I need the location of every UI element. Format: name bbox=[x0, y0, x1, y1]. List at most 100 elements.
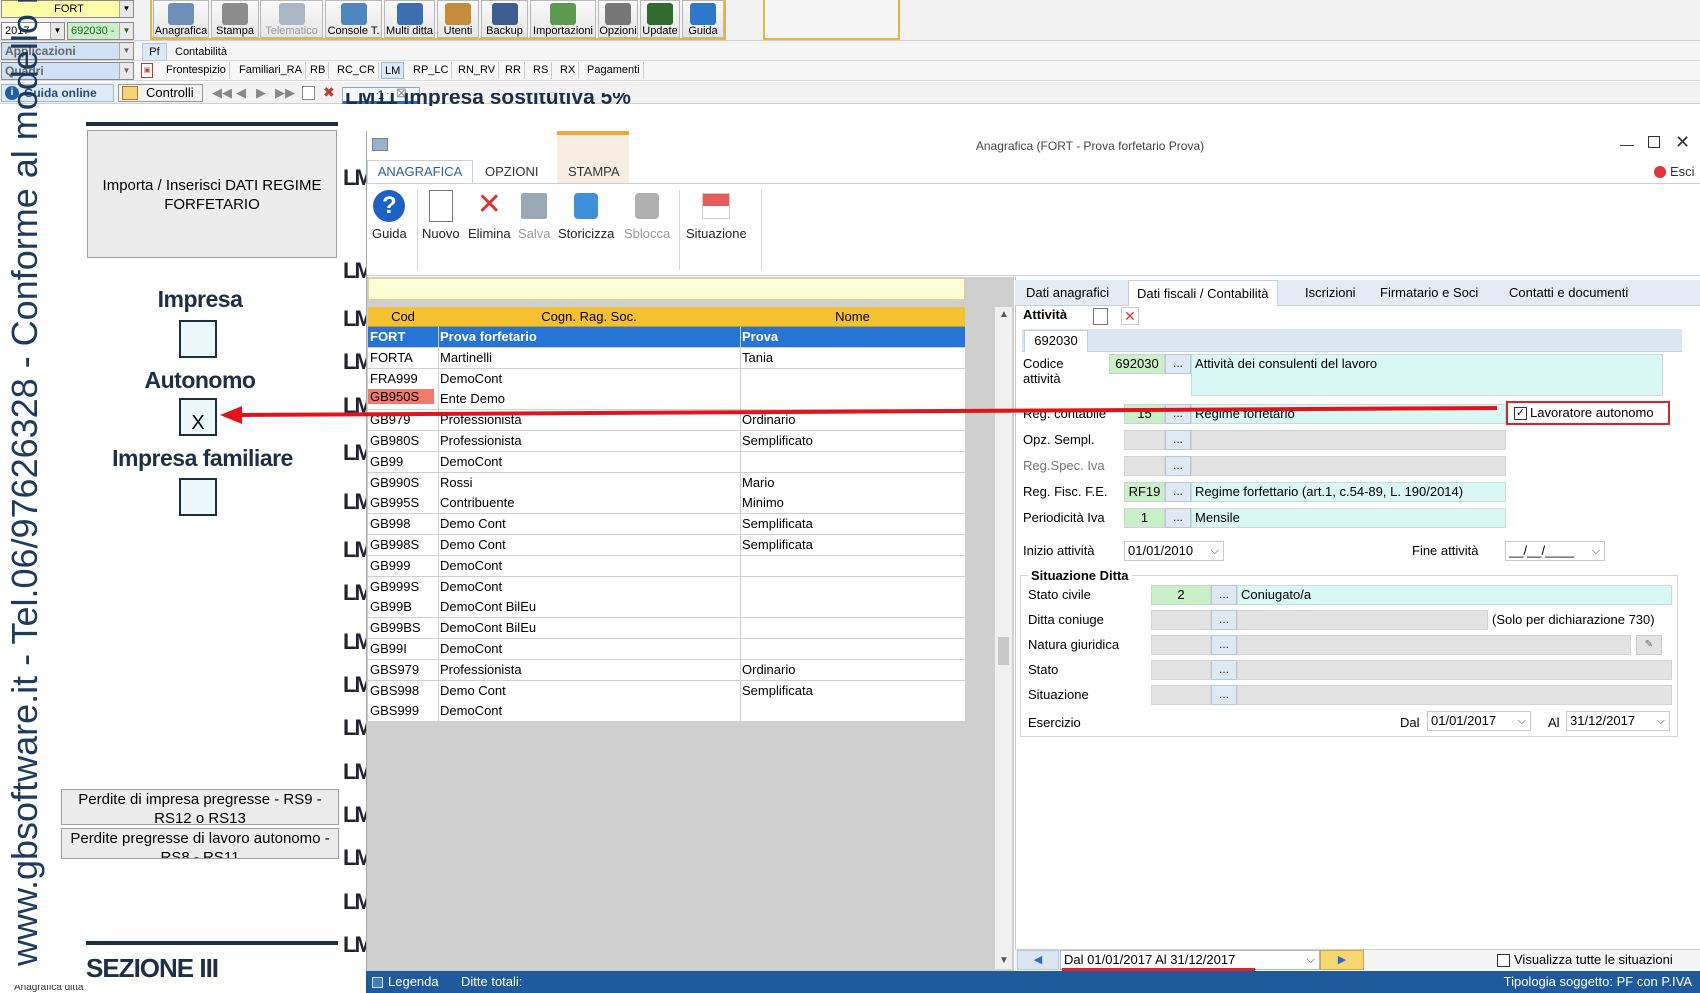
reg-spec-iva-field[interactable] bbox=[1124, 456, 1165, 476]
esci-button[interactable]: Esci bbox=[1654, 164, 1695, 179]
delete-attivita-icon[interactable]: ✕ bbox=[1121, 307, 1139, 325]
toolbar-button-anagrafica[interactable]: Anagrafica bbox=[153, 0, 209, 38]
table-row[interactable]: GB99B DemoCont BilEu bbox=[368, 597, 965, 619]
quadri-tab-rc-cr[interactable]: RC_CR bbox=[334, 62, 379, 79]
table-row[interactable]: GB999S DemoCont bbox=[368, 576, 965, 598]
ditta-coniuge-lookup[interactable]: ... bbox=[1211, 610, 1237, 630]
toolbar-button-utenti[interactable]: Utenti bbox=[437, 0, 479, 38]
ribbon-button-situazione[interactable]: Situazione bbox=[686, 190, 747, 241]
table-row[interactable]: GBS998 Demo Cont Semplificata bbox=[368, 680, 965, 702]
prev-page-icon[interactable]: ◀ bbox=[236, 85, 246, 101]
table-row[interactable]: GBS999 DemoCont bbox=[368, 701, 965, 723]
ribbon-button-elimina[interactable]: ✕ Elimina bbox=[468, 190, 511, 242]
edit-icon[interactable]: ✎ bbox=[1636, 635, 1662, 655]
quadri-tab-pagamenti[interactable]: Pagamenti bbox=[584, 62, 644, 79]
import-forfetario-button[interactable]: Importa / Inserisci DATI REGIME FORFETAR… bbox=[87, 130, 337, 258]
app-tab-pf[interactable]: Pf bbox=[142, 43, 167, 61]
reg-fisc-field[interactable]: RF19 bbox=[1124, 482, 1165, 502]
table-row[interactable]: GB980S Professionista Semplificato bbox=[368, 431, 965, 452]
impresa-familiare-checkbox[interactable] bbox=[179, 478, 217, 516]
prev-period-button[interactable]: ◀ bbox=[1017, 950, 1059, 970]
app-tab-contabilita[interactable]: Contabilità bbox=[175, 44, 227, 60]
stato-lookup[interactable]: ... bbox=[1211, 660, 1237, 680]
toolbar-button-update[interactable]: Update bbox=[640, 0, 680, 38]
impresa-checkbox[interactable] bbox=[179, 320, 217, 358]
toolbar-button-opzioni[interactable]: Opzioni bbox=[598, 0, 638, 38]
grid-search-input[interactable] bbox=[368, 278, 965, 300]
legenda-button[interactable]: Legenda bbox=[388, 971, 439, 993]
reg-fisc-lookup[interactable]: ... bbox=[1165, 482, 1191, 502]
table-row[interactable]: GB990S Rossi Mario bbox=[368, 472, 965, 494]
detail-tab-contatti-e-documenti[interactable]: Contatti e documenti bbox=[1501, 280, 1636, 306]
copy-page-icon[interactable] bbox=[302, 86, 315, 100]
quadri-tab-lm[interactable]: LM bbox=[381, 62, 405, 79]
toolbar-button-stampa[interactable]: Stampa bbox=[211, 0, 259, 38]
periodicita-field[interactable]: 1 bbox=[1124, 508, 1165, 528]
close-icon[interactable]: ✕ bbox=[1675, 132, 1690, 153]
ribbon-button-guida[interactable]: ? Guida bbox=[372, 190, 407, 241]
table-row[interactable]: FORTA Martinelli Tania bbox=[368, 347, 965, 369]
stato-field[interactable] bbox=[1151, 660, 1211, 680]
ribbon-button-storicizza[interactable]: Storicizza bbox=[558, 190, 614, 241]
natura-giuridica-field[interactable] bbox=[1151, 635, 1211, 655]
minimize-icon[interactable]: — bbox=[1620, 136, 1634, 152]
opz-sempl-field[interactable] bbox=[1124, 430, 1165, 450]
reg-spec-iva-lookup[interactable]: ... bbox=[1165, 456, 1191, 476]
controlli-button[interactable]: Controlli bbox=[118, 84, 203, 102]
situazione-field[interactable] bbox=[1151, 685, 1211, 705]
ribbon-tab-stampa[interactable]: STAMPA bbox=[568, 164, 620, 179]
quadri-tab-familiari-ra[interactable]: Familiari_RA bbox=[236, 62, 306, 79]
table-row[interactable]: GB998S Demo Cont Semplificata bbox=[368, 535, 965, 556]
detail-tab-firmatario-e-soci[interactable]: Firmatario e Soci bbox=[1372, 280, 1486, 306]
toolbar-button-backup[interactable]: Backup bbox=[481, 0, 528, 38]
table-row[interactable]: GB995S Contribuente Minimo bbox=[368, 493, 965, 515]
next-page-icon[interactable]: ▶ bbox=[256, 85, 266, 101]
detail-tab-iscrizioni[interactable]: Iscrizioni bbox=[1297, 280, 1364, 306]
quadri-tab-rn-rv[interactable]: RN_RV bbox=[455, 62, 500, 79]
codice-attivita-field[interactable]: 692030 bbox=[1109, 354, 1165, 374]
ditta-coniuge-field[interactable] bbox=[1151, 610, 1211, 630]
first-page-icon[interactable]: ◀◀ bbox=[212, 85, 232, 101]
col-header-cod[interactable]: Cod bbox=[368, 307, 438, 327]
visualizza-checkbox[interactable] bbox=[1497, 954, 1510, 967]
activity-select[interactable]: 692030 - ▼ bbox=[67, 22, 134, 40]
table-row[interactable]: GBS979 Professionista Ordinario bbox=[368, 659, 965, 681]
perdite-impresa-button[interactable]: Perdite di impresa pregresse - RS9 - RS1… bbox=[61, 789, 339, 827]
detail-tab-dati-anagrafici[interactable]: Dati anagrafici bbox=[1018, 280, 1117, 306]
table-row[interactable]: GB999 DemoCont bbox=[368, 555, 965, 577]
quadri-tab-rx[interactable]: RX bbox=[557, 62, 580, 79]
delete-page-icon[interactable]: ✖ bbox=[323, 84, 335, 101]
ribbon-button-sblocca[interactable]: Sblocca bbox=[624, 190, 670, 241]
perdite-lavoro-button[interactable]: Perdite pregresse di lavoro autonomo - R… bbox=[61, 828, 339, 859]
toolbar-button-console-t[interactable]: Console T. bbox=[325, 0, 382, 38]
opz-sempl-lookup[interactable]: ... bbox=[1165, 430, 1191, 450]
quadri-tab-rb[interactable]: RB bbox=[307, 62, 330, 79]
quadri-tab-rp-lc[interactable]: RP_LC bbox=[410, 62, 453, 79]
scroll-up-icon[interactable]: ▲ bbox=[999, 309, 1009, 320]
scroll-thumb[interactable] bbox=[998, 637, 1009, 665]
table-row[interactable]: GB99 DemoCont bbox=[368, 451, 965, 473]
pdf-icon[interactable]: ▣ bbox=[141, 63, 153, 78]
ribbon-tab-opzioni[interactable]: OPZIONI bbox=[485, 164, 538, 179]
maximize-icon[interactable] bbox=[1648, 136, 1660, 148]
attivita-tab[interactable]: 692030 bbox=[1024, 330, 1088, 352]
natura-giuridica-lookup[interactable]: ... bbox=[1211, 635, 1237, 655]
toolbar-button-telematico[interactable]: Telematico bbox=[260, 0, 323, 38]
next-period-button[interactable]: ▶ bbox=[1320, 950, 1364, 970]
table-row[interactable]: FORT Prova forfetario Prova bbox=[368, 327, 965, 348]
toolbar-button-guida[interactable]: Guida bbox=[682, 0, 724, 38]
periodicita-lookup[interactable]: ... bbox=[1165, 508, 1191, 528]
toolbar-button-importazioni[interactable]: Importazioni bbox=[530, 0, 596, 38]
toolbar-button-multi-ditta[interactable]: Multi ditta bbox=[384, 0, 435, 38]
detail-tab-dati-fiscali-contabilit[interactable]: Dati fiscali / Contabilità bbox=[1128, 280, 1278, 306]
new-attivita-icon[interactable] bbox=[1093, 308, 1108, 325]
quadri-tab-rr[interactable]: RR bbox=[502, 62, 525, 79]
esercizio-dal-date[interactable]: 01/01/2017 ⌵ bbox=[1427, 711, 1531, 731]
quadri-tab-frontespizio[interactable]: Frontespizio bbox=[163, 62, 230, 79]
table-row[interactable]: FRA999 DemoCont bbox=[368, 368, 965, 390]
table-row[interactable]: GB99I DemoCont bbox=[368, 639, 965, 660]
stato-civile-lookup[interactable]: ... bbox=[1211, 585, 1237, 605]
ribbon-button-salva[interactable]: Salva bbox=[518, 190, 551, 241]
table-row[interactable]: GB99BS DemoCont BilEu bbox=[368, 618, 965, 640]
stato-civile-field[interactable]: 2 bbox=[1151, 585, 1211, 605]
